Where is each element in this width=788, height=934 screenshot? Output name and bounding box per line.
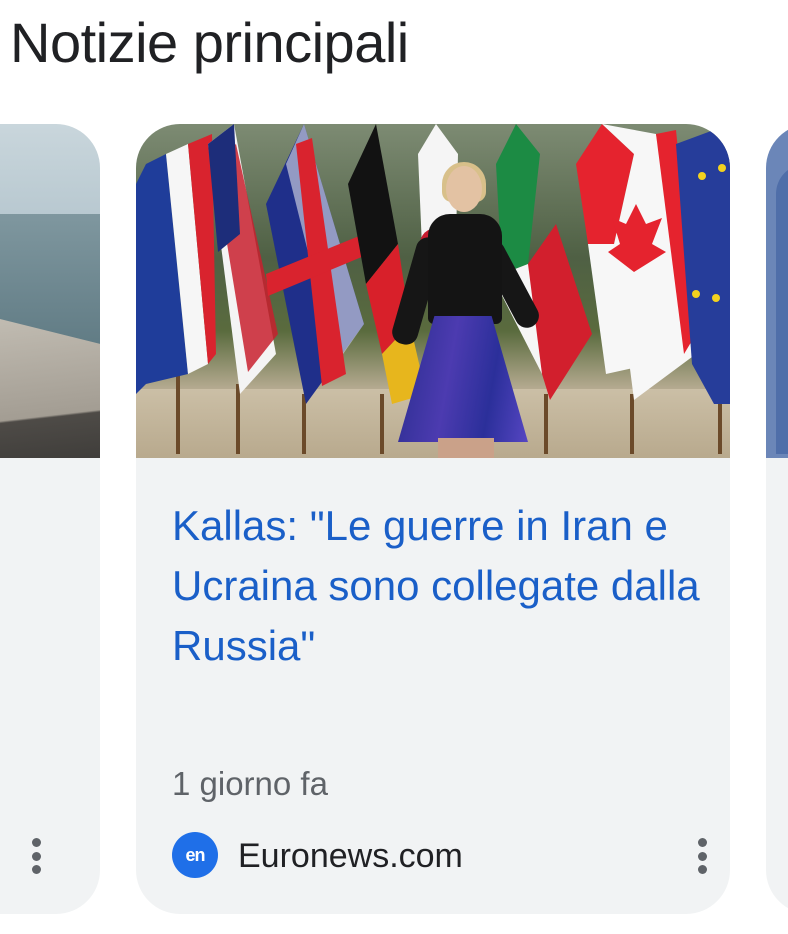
news-card-previous[interactable]	[0, 124, 100, 914]
flag-france	[136, 134, 216, 394]
flag-pole	[302, 394, 306, 454]
more-options-button[interactable]	[22, 832, 50, 880]
section-title: Notizie principali	[10, 11, 409, 74]
more-vert-icon-dot	[697, 865, 707, 874]
news-thumbnail[interactable]	[0, 124, 100, 458]
top-stories-page: Notizie principali Kallas: "Le guerre in…	[0, 0, 788, 934]
flag-pole	[176, 374, 180, 454]
person-head	[446, 166, 482, 212]
person-legs	[438, 438, 494, 458]
news-thumbnail[interactable]	[136, 124, 730, 458]
flag-uk	[266, 124, 364, 404]
flag-pole	[236, 384, 240, 454]
flag-usa	[208, 124, 278, 394]
thumbnail-person	[389, 162, 544, 458]
news-thumbnail[interactable]	[766, 124, 788, 458]
more-vert-icon-dot	[31, 851, 41, 861]
news-card[interactable]: Kallas: "Le guerre in Iran e Ucraina son…	[136, 124, 730, 914]
more-vert-icon-dot	[31, 865, 41, 874]
more-vert-icon-dot	[697, 851, 707, 861]
news-timestamp: 1 giorno fa	[172, 765, 328, 802]
flag-pole	[630, 394, 634, 454]
news-card-next[interactable]	[766, 124, 788, 914]
more-options-button[interactable]	[688, 832, 716, 880]
thumbnail-shape	[776, 164, 788, 454]
person-torso	[428, 214, 502, 324]
euronews-logo-icon: en	[172, 832, 218, 878]
source-name: Euronews.com	[238, 837, 463, 875]
more-vert-icon	[697, 838, 707, 847]
news-headline[interactable]: Kallas: "Le guerre in Iran e Ucraina son…	[172, 496, 702, 676]
flag-pole	[380, 394, 384, 454]
news-source: en Euronews.com	[172, 832, 707, 880]
flag-pole	[544, 394, 548, 454]
more-vert-icon	[31, 838, 41, 847]
